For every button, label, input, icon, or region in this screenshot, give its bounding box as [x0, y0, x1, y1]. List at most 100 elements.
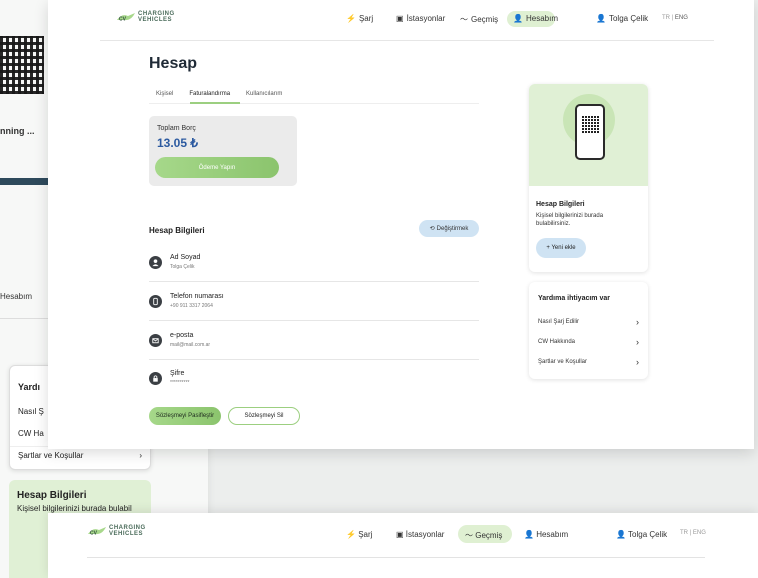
svg-text:CV: CV: [119, 17, 127, 23]
debt-label: Toplam Borç: [157, 125, 196, 132]
brand-logo[interactable]: CV CHARGING VEHICLES: [116, 11, 175, 23]
page-title: Hesap: [149, 55, 198, 72]
bg-nav-hesabim: Hesabım: [0, 292, 33, 301]
nav-hesabim-label: Hesabım: [525, 14, 558, 23]
user-icon: [149, 256, 162, 269]
row-label: Şifre: [170, 370, 185, 377]
brand-name: CHARGING VEHICLES: [109, 525, 146, 537]
station-icon: ▣: [396, 14, 404, 23]
mail-icon: [149, 334, 162, 347]
row-label: Telefon numarası: [170, 293, 224, 300]
nav-istasyonlar-label: İstasyonlar: [406, 14, 446, 23]
add-new-button[interactable]: + Yeni ekle: [536, 238, 586, 258]
card-title: Hesap Bilgileri: [536, 201, 585, 208]
chevron-right-icon: ›: [636, 317, 639, 327]
divider: [149, 281, 479, 282]
row-label: Ad Soyad: [170, 254, 201, 261]
chevron-right-icon: ›: [636, 337, 639, 347]
bg-help-title: Yardı: [18, 382, 41, 392]
scanning-text: nning ...: [0, 126, 35, 136]
svg-text:CV: CV: [90, 531, 98, 537]
bg-nav-gecmis: 〜 Geçmiş: [465, 531, 503, 540]
divider: [149, 359, 479, 360]
help-card: Yardıma ihtiyacım var Nasıl Şarj Edilir ›…: [529, 282, 648, 379]
divider: [87, 557, 705, 558]
pay-button[interactable]: Ödeme Yapın: [155, 157, 279, 178]
nav-user[interactable]: 👤 Tolga Çelik: [596, 14, 648, 23]
account-page: CV CHARGING VEHICLES ⚡ Şarj ▣ İstasyonlar …: [48, 0, 754, 449]
nav-user-label: Tolga Çelik: [608, 14, 649, 23]
account-info-title: Hesap Bilgileri: [149, 226, 205, 235]
row-value: mail@mail.com.ar: [170, 342, 211, 348]
top-navbar: CV CHARGING VEHICLES ⚡ Şarj ▣ İstasyonlar …: [48, 0, 754, 40]
nav-istasyonlar[interactable]: ▣ İstasyonlar: [396, 14, 445, 23]
background-bar: [0, 178, 48, 185]
bg-help-item-label: Şartlar ve Koşullar: [18, 451, 84, 460]
account-row-phone: Telefon numarası +90 911 3317 2064: [149, 293, 479, 321]
phone-icon: [149, 295, 162, 308]
card-subtitle: Kişisel bilgilerinizi burada bulabilirsi…: [536, 213, 604, 227]
change-button-label: Değiştirmek: [436, 225, 469, 232]
help-item-label: Nasıl Şarj Edilir: [538, 319, 580, 325]
account-row-name: Ad Soyad Tolga Çelik: [149, 254, 479, 282]
help-item-about[interactable]: CW Hakkında ›: [538, 337, 639, 347]
bg-nav-user: 👤 Tolga Çelik: [616, 530, 668, 539]
row-value: +90 911 3317 2064: [170, 303, 213, 309]
help-item-terms[interactable]: Şartlar ve Koşullar ›: [538, 358, 639, 367]
qr-code-icon: [0, 36, 44, 94]
cv-logo-icon: CV: [88, 527, 106, 537]
history-icon: 〜: [460, 15, 468, 24]
row-value: **********: [170, 380, 190, 386]
tab-kullanicilarim[interactable]: Kullanıcılarım: [246, 91, 282, 103]
bg-nav-hesabim: 👤 Hesabım: [524, 530, 569, 539]
bg-info-title: Hesap Bilgileri: [17, 490, 87, 501]
row-value: Tolga Çelik: [170, 264, 195, 270]
brand-line2: VEHICLES: [109, 531, 144, 537]
brand-logo: CV CHARGING VEHICLES: [87, 525, 146, 537]
language-switcher[interactable]: TR | ENG: [662, 15, 688, 21]
debt-card: Toplam Borç 13.05 ₺ Ödeme Yapın: [149, 116, 297, 186]
row-label: e-posta: [170, 332, 194, 339]
cv-logo-icon: CV: [117, 13, 135, 23]
card-illustration: [529, 84, 648, 186]
phone-qr-icon: [575, 104, 605, 160]
qr-code-icon: [582, 116, 599, 133]
bg-help-item: Nasıl Ş: [18, 407, 44, 416]
chevron-right-icon: ›: [139, 451, 142, 460]
nav-sarj[interactable]: ⚡ Şarj: [346, 14, 373, 23]
nav-hesabim[interactable]: 👤 Hesabım: [513, 14, 558, 23]
refresh-icon: ⟲: [429, 226, 435, 232]
user-icon: 👤: [513, 14, 523, 23]
account-row-password: Şifre **********: [149, 370, 479, 398]
bg-nav-sarj: ⚡ Şarj: [346, 530, 373, 539]
debt-value: 13.05 ₺: [157, 136, 198, 150]
nav-sarj-label: Şarj: [358, 14, 374, 23]
bg-nav-istasyonlar: ▣ İstasyonlar: [396, 530, 445, 539]
brand-name: CHARGING VEHICLES: [138, 11, 175, 23]
help-item-label: CW Hakkında: [538, 339, 576, 345]
nav-gecmis-label: Geçmiş: [471, 15, 499, 24]
bolt-icon: ⚡: [346, 14, 356, 23]
delete-contract-button[interactable]: Sözleşmeyi Sil: [228, 407, 300, 425]
lang-en[interactable]: ENG: [675, 15, 688, 21]
lang-tr[interactable]: TR: [662, 15, 670, 21]
bg-help-item: CW Ha: [18, 429, 44, 438]
help-item-label: Şartlar ve Koşullar: [538, 359, 588, 365]
change-button[interactable]: ⟲ Değiştirmek: [419, 220, 479, 237]
account-info-card: Hesap Bilgileri Kişisel bilgilerinizi bu…: [529, 84, 648, 272]
help-title: Yardıma ihtiyacım var: [538, 295, 610, 302]
nav-gecmis[interactable]: 〜 Geçmiş: [460, 14, 498, 25]
account-row-email: e-posta mail@mail.com.ar: [149, 332, 479, 360]
bg-lang: TR | ENG: [680, 530, 706, 536]
divider: [149, 320, 479, 321]
brand-line2: VEHICLES: [138, 17, 173, 23]
active-tab-indicator: [190, 102, 240, 104]
tab-kisisel[interactable]: Kişisel: [156, 91, 173, 103]
divider: [100, 40, 714, 41]
divider: [0, 318, 48, 319]
lock-icon: [149, 372, 162, 385]
background-screen-bottom: CV CHARGING VEHICLES ⚡ Şarj ▣ İstasyonla…: [48, 513, 758, 578]
help-item-how-to-charge[interactable]: Nasıl Şarj Edilir ›: [538, 317, 639, 327]
user-icon: 👤: [596, 14, 606, 23]
deactivate-contract-button[interactable]: Sözleşmeyi Pasifleştir: [149, 407, 221, 425]
